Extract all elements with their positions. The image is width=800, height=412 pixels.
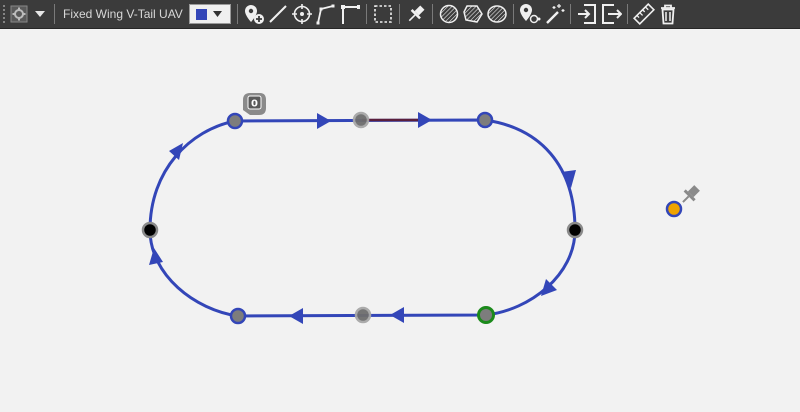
start-label-marker[interactable]: 0 — [243, 93, 266, 115]
waypoint-turn-point[interactable] — [141, 221, 159, 239]
map-toolbar: Fixed Wing V-Tail UAV — [0, 0, 800, 29]
route-arrow — [289, 308, 303, 324]
angle-icon — [340, 5, 360, 24]
multi-point-button[interactable] — [518, 1, 542, 27]
waypoint[interactable] — [229, 307, 247, 325]
waypoint-current[interactable] — [477, 306, 495, 324]
settings-dropdown-button[interactable] — [30, 1, 50, 27]
draw-angle-button[interactable] — [338, 1, 362, 27]
caret-down-icon — [212, 11, 222, 17]
export-icon — [601, 4, 622, 24]
route-arrow — [390, 307, 404, 323]
toolbar-separator — [54, 4, 55, 24]
route-arrow — [418, 112, 432, 128]
pin-icon — [408, 5, 425, 22]
draw-ellipse-zone-button[interactable] — [485, 1, 509, 27]
toolbar-separator — [365, 4, 367, 24]
draw-polyline-button[interactable] — [314, 1, 338, 27]
route-color-picker[interactable] — [188, 4, 231, 24]
vehicle-name-label: Fixed Wing V-Tail UAV — [63, 7, 183, 21]
target-icon — [291, 4, 312, 24]
add-waypoint-icon — [244, 5, 264, 24]
hatch-circle-icon — [439, 4, 459, 24]
trash-icon — [660, 4, 675, 25]
draw-line-button[interactable] — [266, 1, 290, 27]
target-point-button[interactable] — [290, 1, 314, 27]
import-button[interactable] — [575, 1, 599, 27]
toolbar-separator — [236, 4, 238, 24]
toolbar-separator — [398, 4, 400, 24]
waypoint[interactable] — [476, 111, 494, 129]
waypoint-midpoint[interactable] — [354, 306, 372, 324]
draw-circle-zone-button[interactable] — [437, 1, 461, 27]
measure-button[interactable] — [632, 1, 656, 27]
route-direction-arrows — [149, 112, 576, 324]
gear-icon — [10, 5, 28, 23]
delete-button[interactable] — [656, 1, 680, 27]
select-box-icon — [374, 5, 392, 23]
magic-wand-icon — [545, 4, 565, 24]
place-pin-button[interactable] — [404, 1, 428, 27]
polyline-icon — [316, 4, 335, 25]
waypoint-turn-point[interactable] — [566, 221, 584, 239]
add-waypoint-button[interactable] — [242, 1, 266, 27]
auto-route-button[interactable] — [542, 1, 566, 27]
caret-down-icon — [35, 11, 45, 17]
waypoint-midpoint[interactable] — [352, 111, 370, 129]
start-label-text: 0 — [251, 99, 258, 110]
hatch-ellipse-icon — [487, 5, 507, 23]
export-button[interactable] — [599, 1, 623, 27]
home-point-marker[interactable] — [665, 183, 702, 218]
settings-gear-button[interactable] — [8, 1, 30, 27]
mission-route[interactable] — [148, 118, 577, 318]
pin-icon — [682, 185, 700, 203]
toolbar-separator — [626, 4, 628, 24]
waypoint-start[interactable] — [226, 112, 244, 130]
toolbar-separator — [512, 4, 514, 24]
map-canvas[interactable]: 0 — [0, 29, 800, 412]
multi-pin-icon — [519, 4, 541, 24]
route-arrow — [149, 248, 163, 265]
toolbar-separator — [569, 4, 571, 24]
ruler-icon — [632, 3, 655, 25]
select-area-button[interactable] — [371, 1, 395, 27]
line-icon — [269, 5, 287, 23]
hatch-polygon-icon — [463, 5, 483, 23]
draw-polygon-zone-button[interactable] — [461, 1, 485, 27]
import-icon — [577, 4, 596, 24]
route-color-swatch — [195, 8, 207, 20]
toolbar-grip[interactable] — [2, 4, 6, 24]
toolbar-separator — [431, 4, 433, 24]
route-arrow — [317, 113, 331, 129]
